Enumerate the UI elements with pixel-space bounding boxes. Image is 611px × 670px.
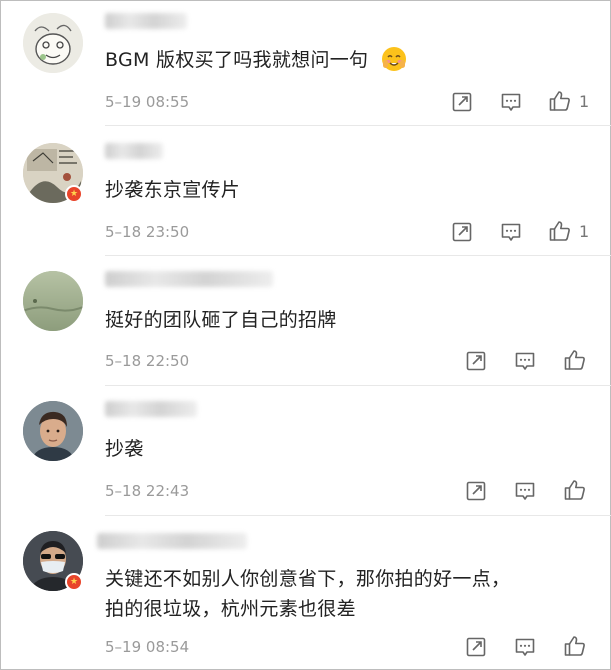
comment-text: 抄袭 <box>105 438 144 460</box>
thumbs-up-icon[interactable] <box>563 478 587 502</box>
repost-icon[interactable] <box>464 635 488 659</box>
username-redacted[interactable] <box>97 533 247 549</box>
avatar[interactable] <box>23 13 83 73</box>
divider <box>105 255 611 256</box>
timestamp: 5–19 08:55 <box>105 93 190 111</box>
repost-icon[interactable] <box>450 220 474 244</box>
comment-text: 关键还不如别人你创意省下，那你拍的好一点， 拍的很垃圾，杭州元素也很差 <box>105 568 511 620</box>
like-count: 1 <box>579 92 590 111</box>
divider <box>105 125 611 126</box>
comment-icon[interactable] <box>513 635 537 659</box>
repost-icon[interactable] <box>464 479 488 503</box>
comment-icon[interactable] <box>513 349 537 373</box>
verified-badge-icon: ★ <box>65 185 83 203</box>
username-redacted[interactable] <box>105 143 163 159</box>
avatar[interactable] <box>23 401 83 461</box>
comment-icon[interactable] <box>499 90 523 114</box>
timestamp: 5–18 22:50 <box>105 352 190 370</box>
divider <box>105 515 611 516</box>
repost-icon[interactable] <box>464 349 488 373</box>
like-count: 1 <box>579 222 590 241</box>
thumbs-up-icon[interactable] <box>563 634 587 658</box>
verified-badge-icon: ★ <box>65 573 83 591</box>
timestamp: 5–18 23:50 <box>105 223 190 241</box>
comment-text: 挺好的团队砸了自己的招牌 <box>105 309 337 331</box>
avatar[interactable] <box>23 271 83 331</box>
username-redacted[interactable] <box>105 13 187 29</box>
username-redacted[interactable] <box>105 401 197 417</box>
timestamp: 5–19 08:54 <box>105 638 190 656</box>
thumbs-up-icon[interactable] <box>548 89 572 113</box>
comment-icon[interactable] <box>499 220 523 244</box>
divider <box>105 385 611 386</box>
username-redacted[interactable] <box>105 271 273 287</box>
thumbs-up-icon[interactable] <box>548 219 572 243</box>
thumbs-up-icon[interactable] <box>563 348 587 372</box>
timestamp: 5–18 22:43 <box>105 482 190 500</box>
blushing-face-emoji-icon <box>381 46 407 72</box>
comment-text: BGM 版权买了吗我就想问一句 <box>105 45 407 75</box>
comment-icon[interactable] <box>513 479 537 503</box>
repost-icon[interactable] <box>450 90 474 114</box>
comment-text: 抄袭东京宣传片 <box>105 179 241 201</box>
